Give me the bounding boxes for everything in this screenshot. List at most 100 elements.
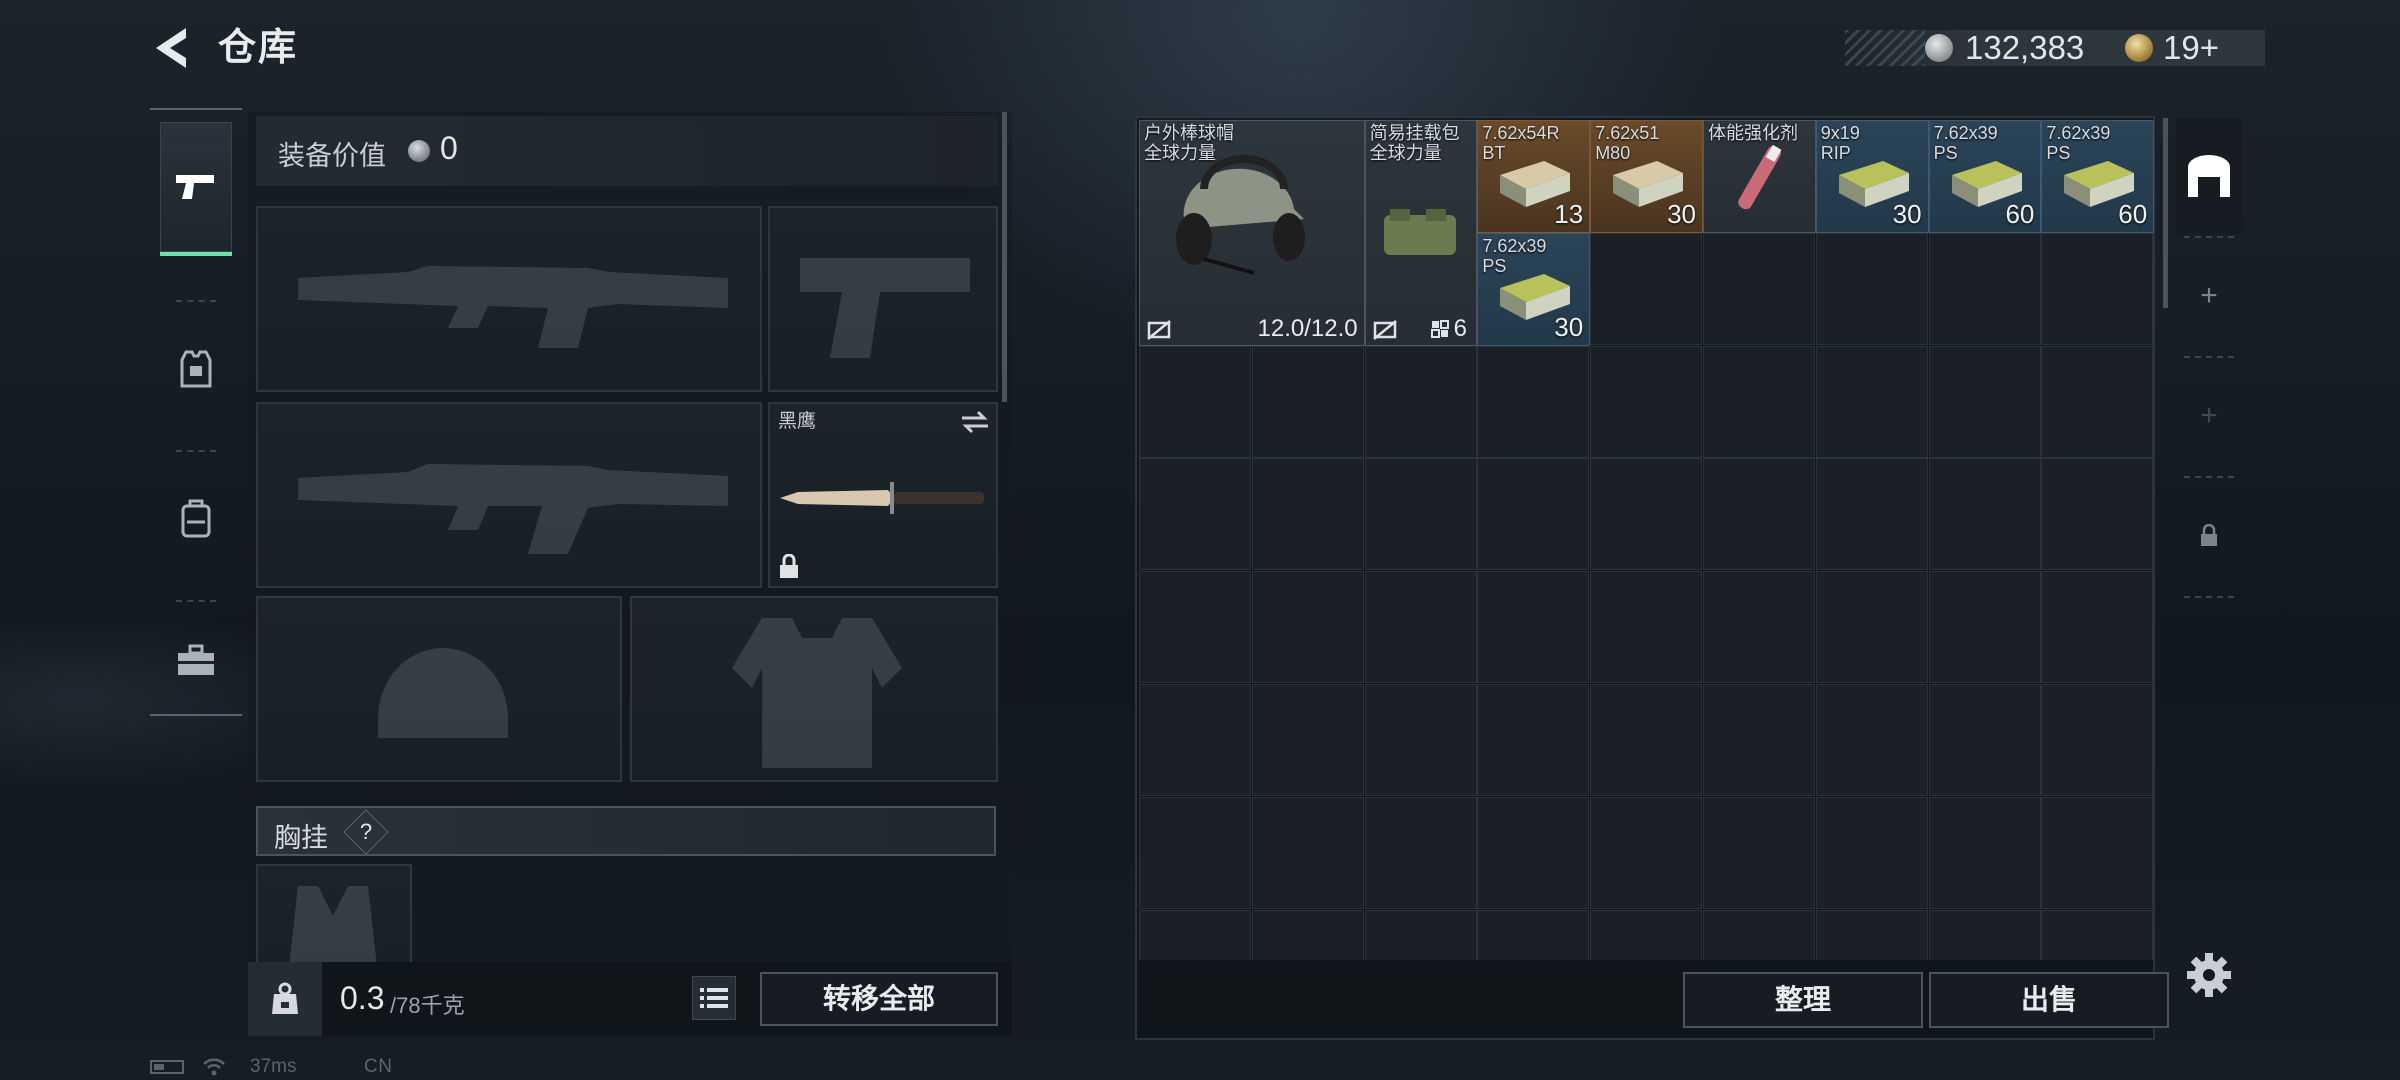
- storage-cell[interactable]: [1703, 796, 1815, 909]
- inventory-item[interactable]: 7.62x39 PS 30: [1477, 232, 1591, 346]
- inventory-item[interactable]: 7.62x54R BT 13: [1477, 120, 1591, 233]
- storage-cell[interactable]: [1703, 345, 1815, 458]
- tab-backpack[interactable]: [160, 464, 232, 572]
- inventory-item[interactable]: 7.62x39 PS 60: [2041, 120, 2155, 233]
- storage-cell[interactable]: [1928, 684, 2041, 796]
- swap-icon[interactable]: [960, 410, 990, 434]
- melee-slot[interactable]: 黑鹰: [768, 402, 998, 588]
- storage-cell[interactable]: [1928, 345, 2041, 458]
- storage-cell[interactable]: [1477, 458, 1590, 571]
- sell-button[interactable]: 出售: [1929, 972, 2169, 1028]
- storage-cell[interactable]: [1477, 684, 1590, 796]
- storage-cell[interactable]: [1590, 232, 1703, 345]
- storage-cell[interactable]: [1703, 458, 1815, 571]
- storage-cell[interactable]: [2041, 796, 2154, 909]
- storage-cell[interactable]: [1139, 909, 1251, 960]
- secondary-weapon-slot[interactable]: [256, 402, 762, 588]
- storage-cell[interactable]: [1703, 684, 1815, 796]
- settings-gear-icon[interactable]: [2186, 952, 2232, 998]
- storage-cell[interactable]: [1364, 345, 1477, 458]
- storage-cell[interactable]: [1590, 684, 1703, 796]
- inventory-item[interactable]: 9x19 RIP 30: [1815, 120, 1929, 233]
- storage-cell[interactable]: [1815, 571, 1928, 684]
- storage-cell[interactable]: [1251, 909, 1364, 960]
- inventory-item[interactable]: 简易挂载包 全球力量 6: [1364, 120, 1478, 346]
- weight-lock-button[interactable]: [248, 962, 322, 1036]
- storage-cell[interactable]: [1815, 458, 1928, 571]
- storage-cell[interactable]: [1703, 232, 1815, 345]
- storage-cell[interactable]: [1815, 909, 1928, 960]
- add-tab-button[interactable]: +: [2176, 238, 2242, 354]
- storage-cell[interactable]: [1815, 684, 1928, 796]
- storage-cell[interactable]: [1251, 458, 1364, 571]
- storage-cell[interactable]: [1364, 571, 1477, 684]
- primary-weapon-slot[interactable]: [256, 206, 762, 392]
- helmet-slot[interactable]: [256, 596, 622, 782]
- pistol-slot[interactable]: [768, 206, 998, 392]
- list-view-button[interactable]: [692, 976, 736, 1020]
- storage-cell[interactable]: [1590, 345, 1703, 458]
- storage-cell[interactable]: [2041, 571, 2154, 684]
- add-tab-button[interactable]: +: [2176, 358, 2242, 474]
- silver-amount[interactable]: 132,383: [1965, 30, 2084, 66]
- armor-slot[interactable]: [630, 596, 998, 782]
- storage-cell[interactable]: [1251, 796, 1364, 909]
- tab-divider: [176, 450, 216, 452]
- equipment-scrollbar[interactable]: [1002, 112, 1007, 402]
- back-button[interactable]: [150, 24, 194, 72]
- tab-armor[interactable]: [160, 316, 232, 424]
- storage-cell[interactable]: [1364, 796, 1477, 909]
- storage-cell[interactable]: [1364, 909, 1477, 960]
- tab-weapons[interactable]: [160, 122, 232, 256]
- storage-cell[interactable]: [1139, 345, 1251, 458]
- tab-tools[interactable]: [160, 610, 232, 710]
- equipment-panel: 装备价值 0 黑鹰 胸挂 ?: [248, 112, 1012, 1036]
- storage-cell[interactable]: [1477, 345, 1590, 458]
- storage-cell[interactable]: [2041, 684, 2154, 796]
- storage-cell[interactable]: [1364, 458, 1477, 571]
- storage-cell[interactable]: [2041, 345, 2154, 458]
- storage-cell[interactable]: [1815, 232, 1928, 345]
- storage-cell[interactable]: [1703, 571, 1815, 684]
- storage-cell[interactable]: [1251, 684, 1364, 796]
- storage-cell[interactable]: [1928, 909, 2041, 960]
- storage-cell[interactable]: [1703, 909, 1815, 960]
- storage-scrollbar[interactable]: [2163, 118, 2168, 308]
- storage-cell[interactable]: [2041, 458, 2154, 571]
- item-count: 60: [2118, 198, 2148, 229]
- transfer-all-button[interactable]: 转移全部: [760, 972, 998, 1026]
- storage-cell[interactable]: [1477, 796, 1590, 909]
- inventory-item[interactable]: 7.62x39 PS 60: [1928, 120, 2042, 233]
- storage-cell[interactable]: [1815, 796, 1928, 909]
- storage-cell[interactable]: [1139, 458, 1251, 571]
- storage-cell[interactable]: [1928, 571, 2041, 684]
- storage-cell[interactable]: [1590, 796, 1703, 909]
- help-button[interactable]: ?: [343, 809, 389, 855]
- item-count: 13: [1554, 198, 1584, 229]
- storage-cell[interactable]: [2041, 232, 2154, 345]
- sort-button[interactable]: 整理: [1683, 972, 1923, 1028]
- locked-tab[interactable]: [2176, 478, 2242, 594]
- storage-cell[interactable]: [1928, 796, 2041, 909]
- inventory-item[interactable]: 7.62x51 M80 30: [1590, 120, 1703, 233]
- inventory-item[interactable]: 体能强化剂: [1703, 120, 1816, 233]
- storage-cell[interactable]: [1928, 232, 2041, 345]
- storage-cell[interactable]: [1477, 571, 1590, 684]
- storage-cell[interactable]: [1139, 571, 1251, 684]
- gold-amount[interactable]: 19+: [2163, 30, 2219, 66]
- storage-tab-main[interactable]: [2176, 118, 2242, 234]
- storage-cell[interactable]: [1364, 684, 1477, 796]
- storage-cell[interactable]: [1928, 458, 2041, 571]
- inventory-item[interactable]: 户外棒球帽 全球力量 12.0/12.0: [1139, 120, 1365, 346]
- storage-cell[interactable]: [1251, 571, 1364, 684]
- capacity-icon: [1430, 319, 1449, 338]
- storage-cell[interactable]: [1590, 571, 1703, 684]
- storage-cell[interactable]: [1139, 796, 1251, 909]
- storage-cell[interactable]: [1251, 345, 1364, 458]
- storage-cell[interactable]: [1590, 458, 1703, 571]
- storage-cell[interactable]: [1477, 909, 1590, 960]
- storage-cell[interactable]: [1815, 345, 1928, 458]
- storage-cell[interactable]: [1139, 684, 1251, 796]
- storage-cell[interactable]: [1590, 909, 1703, 960]
- storage-cell[interactable]: [2041, 909, 2154, 960]
